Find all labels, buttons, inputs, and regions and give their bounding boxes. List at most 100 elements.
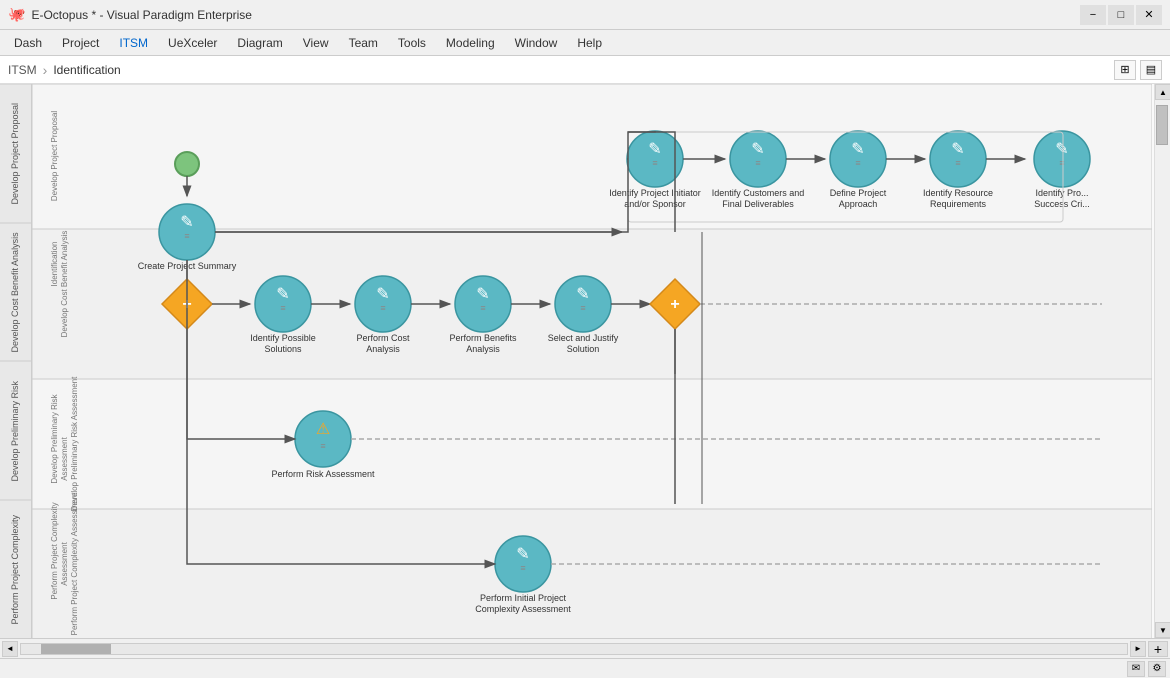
task-icon-badge-4: ≡ <box>855 158 860 168</box>
tool-grid-button[interactable]: ⊞ <box>1114 60 1136 80</box>
settings-status-icon[interactable]: ⚙ <box>1148 661 1166 677</box>
menu-diagram[interactable]: Diagram <box>227 33 292 53</box>
task-icon-badge-8: ≡ <box>380 303 385 313</box>
task-label-complexity-2: Complexity Assessment <box>475 604 571 614</box>
inner-lane-label-4a: Perform Project Complexity <box>50 502 59 599</box>
scroll-up-button[interactable]: ▲ <box>1155 84 1170 100</box>
inner-lane-label-2b: Develop Cost Benefit Analysis <box>60 231 69 338</box>
diagram-svg: Develop Project Proposal Develop Project… <box>32 84 1152 638</box>
task-icon-11: ⚠ <box>316 421 330 438</box>
tool-panel-button[interactable]: ▤ <box>1140 60 1162 80</box>
lane3-inner-label: Develop Preliminary Risk Assessment <box>70 376 79 511</box>
task-label-success-1: Identify Pro... <box>1035 188 1088 198</box>
task-label-select-1: Select and Justify <box>548 333 619 343</box>
task-label-customers-2: Final Deliverables <box>722 199 794 209</box>
scroll-left-button[interactable]: ◄ <box>2 641 18 657</box>
window-controls: − □ ✕ <box>1080 5 1162 25</box>
statusbar: ✉ ⚙ <box>0 658 1170 678</box>
app-icon: 🐙 <box>8 6 25 23</box>
task-label-identify-initiator-1: Identify Project Initiator <box>609 188 701 198</box>
menu-modeling[interactable]: Modeling <box>436 33 505 53</box>
app-title: E-Octopus * - Visual Paradigm Enterprise <box>31 8 1080 22</box>
task-icon-badge-1: ≡ <box>184 231 189 241</box>
scroll-down-button[interactable]: ▼ <box>1155 622 1170 638</box>
add-diagram-button[interactable]: + <box>1148 641 1168 657</box>
lane4-inner-label: Perform Project Complexity Assessment <box>70 492 79 635</box>
lane-bg-3 <box>32 379 1152 509</box>
task-label-success-2: Success Cri... <box>1034 199 1090 209</box>
task-label-benefits-2: Analysis <box>466 344 500 354</box>
horizontal-scrollbar[interactable] <box>20 643 1128 655</box>
close-button[interactable]: ✕ <box>1136 5 1162 25</box>
start-event[interactable] <box>175 152 199 176</box>
canvas-inner: Develop Project Proposal Develop Project… <box>32 84 1154 638</box>
scroll-thumb-v[interactable] <box>1156 105 1168 145</box>
menu-uexceler[interactable]: UeXceler <box>158 33 227 53</box>
inner-lane-label-4b: Assessment <box>60 541 69 585</box>
inner-lane-label-1: Develop Project Proposal <box>50 111 59 201</box>
email-status-icon[interactable]: ✉ <box>1127 661 1145 677</box>
task-icon-badge-9: ≡ <box>480 303 485 313</box>
scroll-track-v[interactable] <box>1155 100 1170 622</box>
lane-label-3: Develop Preliminary Risk <box>0 361 31 500</box>
task-icon-badge-12: ≡ <box>520 563 525 573</box>
task-label-complexity-1: Perform Initial Project <box>480 593 567 603</box>
task-label-select-2: Solution <box>567 344 600 354</box>
diagram-canvas[interactable]: Develop Project Proposal Develop Project… <box>32 84 1154 638</box>
task-icon-badge-3: ≡ <box>755 158 760 168</box>
task-icon-3: ✎ <box>751 141 764 158</box>
menu-itsm[interactable]: ITSM <box>109 33 158 53</box>
lane-label-1: Develop Project Proposal <box>0 84 31 223</box>
lane-bg-4 <box>32 509 1152 638</box>
breadcrumb-parent[interactable]: ITSM <box>8 63 37 77</box>
minimize-button[interactable]: − <box>1080 5 1106 25</box>
task-icon-2: ✎ <box>648 141 661 158</box>
task-icon-6: ✎ <box>1055 141 1068 158</box>
task-label-benefits-1: Perform Benefits <box>449 333 517 343</box>
menu-dash[interactable]: Dash <box>4 33 52 53</box>
inner-lane-label-3: Develop Preliminary Risk <box>50 393 59 483</box>
menu-help[interactable]: Help <box>567 33 612 53</box>
scroll-right-button[interactable]: ► <box>1130 641 1146 657</box>
task-icon-7: ✎ <box>276 286 289 303</box>
breadcrumb-separator: › <box>43 62 48 78</box>
task-icon-badge-2: ≡ <box>652 158 657 168</box>
task-icon-5: ✎ <box>951 141 964 158</box>
menu-view[interactable]: View <box>293 33 339 53</box>
task-icon-badge-10: ≡ <box>580 303 585 313</box>
task-icon-1: ✎ <box>180 214 193 231</box>
task-label-resource-2: Requirements <box>930 199 987 209</box>
task-perform-risk[interactable] <box>295 411 351 467</box>
task-icon-badge-6: ≡ <box>1059 158 1064 168</box>
h-scroll-thumb[interactable] <box>41 644 111 654</box>
task-label-customers-1: Identify Customers and <box>712 188 805 198</box>
task-icon-4: ✎ <box>851 141 864 158</box>
inner-lane-label-2a: Identification <box>50 242 59 287</box>
task-label-approach-2: Approach <box>839 199 878 209</box>
breadcrumb-current: Identification <box>53 63 120 77</box>
breadcrumb-bar: ITSM › Identification ⊞ ▤ <box>0 56 1170 84</box>
menu-team[interactable]: Team <box>339 33 388 53</box>
task-label-solutions-1: Identify Possible <box>250 333 316 343</box>
menu-window[interactable]: Window <box>505 33 568 53</box>
vertical-scrollbar[interactable]: ▲ ▼ <box>1154 84 1170 638</box>
menu-project[interactable]: Project <box>52 33 109 53</box>
lane-label-4: Perform Project Complexity <box>0 500 31 639</box>
task-label-resource-1: Identify Resource <box>923 188 993 198</box>
task-label-cost-2: Analysis <box>366 344 400 354</box>
gateway-2-icon: + <box>670 296 679 313</box>
lane-label-2: Develop Cost Benefit Analysis <box>0 223 31 362</box>
task-label-cost-1: Perform Cost <box>356 333 410 343</box>
maximize-button[interactable]: □ <box>1108 5 1134 25</box>
task-label-risk: Perform Risk Assessment <box>271 469 375 479</box>
task-label-approach-1: Define Project <box>830 188 887 198</box>
inner-lane-label-3b: Assessment <box>60 436 69 480</box>
menu-tools[interactable]: Tools <box>388 33 436 53</box>
task-icon-9: ✎ <box>476 286 489 303</box>
task-icon-10: ✎ <box>576 286 589 303</box>
menubar: Dash Project ITSM UeXceler Diagram View … <box>0 30 1170 56</box>
bottom-bar: ◄ ► + <box>0 638 1170 658</box>
task-icon-12: ✎ <box>516 546 529 563</box>
titlebar: 🐙 E-Octopus * - Visual Paradigm Enterpri… <box>0 0 1170 30</box>
task-icon-badge-5: ≡ <box>955 158 960 168</box>
